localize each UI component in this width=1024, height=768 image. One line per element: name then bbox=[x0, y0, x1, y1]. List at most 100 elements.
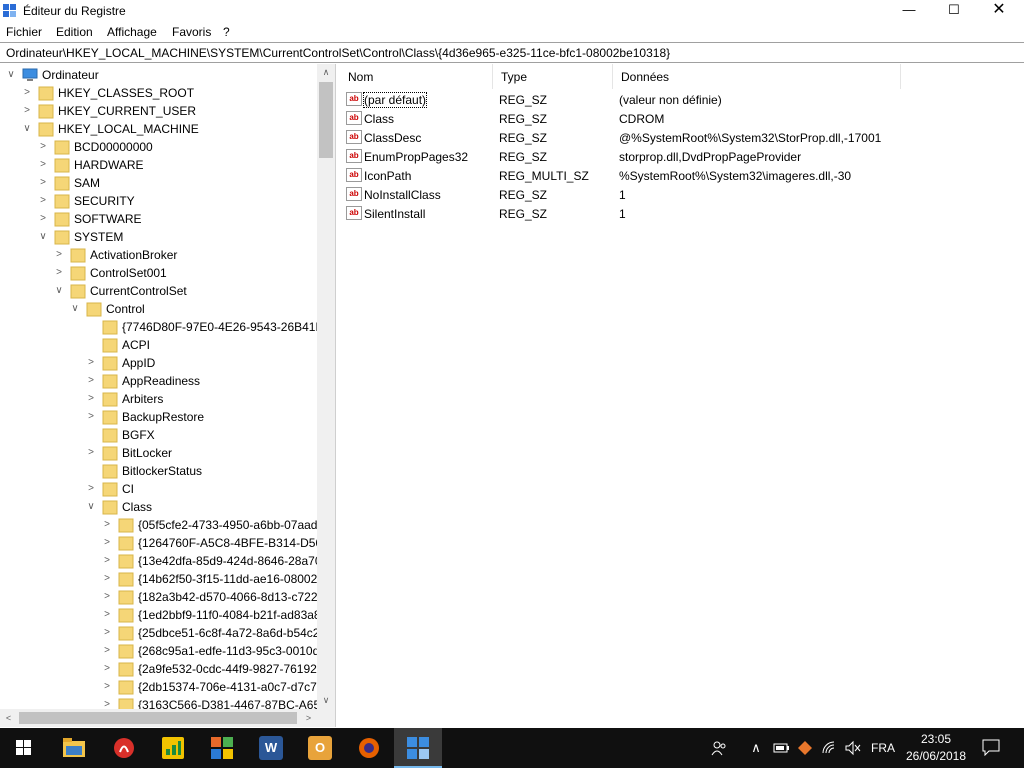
values-list[interactable]: Nom Type Données ab (par défaut) REG_SZ (va… bbox=[340, 64, 1024, 727]
tree-item[interactable]: ∨ HKEY_LOCAL_MACHINE bbox=[0, 120, 335, 138]
tree-item[interactable]: BGFX bbox=[0, 426, 335, 444]
chevron-right-icon[interactable]: > bbox=[22, 86, 32, 100]
control-panel-icon[interactable] bbox=[198, 728, 246, 768]
chevron-down-icon[interactable]: ∨ bbox=[70, 302, 80, 316]
chevron-down-icon[interactable]: ∨ bbox=[6, 68, 16, 82]
chevron-right-icon[interactable]: > bbox=[102, 680, 112, 694]
tree-item[interactable]: > BitLocker bbox=[0, 444, 335, 462]
tree-item[interactable]: > BCD00000000 bbox=[0, 138, 335, 156]
regedit-icon[interactable] bbox=[394, 728, 442, 768]
word-icon[interactable]: W bbox=[247, 728, 295, 768]
tree-item[interactable]: > {2a9fe532-0cdc-44f9-9827-76192f2 bbox=[0, 660, 335, 678]
maximize-button[interactable]: ☐ bbox=[931, 0, 977, 22]
chevron-right-icon[interactable]: > bbox=[86, 410, 96, 424]
wifi-icon[interactable] bbox=[821, 740, 837, 756]
chevron-right-icon[interactable]: > bbox=[102, 572, 112, 586]
tree-item[interactable]: > HARDWARE bbox=[0, 156, 335, 174]
tree-item[interactable]: > {14b62f50-3f15-11dd-ae16-080020 bbox=[0, 570, 335, 588]
chevron-right-icon[interactable]: > bbox=[38, 194, 48, 208]
value-row[interactable]: ab IconPath REG_MULTI_SZ %SystemRoot%\Syste… bbox=[340, 166, 1024, 185]
minimize-button[interactable]: — bbox=[886, 0, 932, 22]
scroll-down-arrow-icon[interactable]: ∨ bbox=[317, 692, 335, 709]
column-header-name[interactable]: Nom bbox=[340, 64, 493, 89]
address-bar[interactable]: Ordinateur\HKEY_LOCAL_MACHINE\SYSTEM\Cur… bbox=[0, 42, 1024, 63]
tree-item[interactable]: > {25dbce51-6c8f-4a72-8a6d-b54c2b bbox=[0, 624, 335, 642]
menu-fichier[interactable]: Fichier bbox=[6, 25, 42, 39]
tree-item[interactable]: > {268c95a1-edfe-11d3-95c3-0010dc bbox=[0, 642, 335, 660]
tree-item[interactable]: ACPI bbox=[0, 336, 335, 354]
chevron-right-icon[interactable]: > bbox=[38, 140, 48, 154]
tree-item[interactable]: > HKEY_CURRENT_USER bbox=[0, 102, 335, 120]
value-row[interactable]: ab ClassDesc REG_SZ @%SystemRoot%\System32\… bbox=[340, 128, 1024, 147]
tree-item[interactable]: > HKEY_CLASSES_ROOT bbox=[0, 84, 335, 102]
tree-item[interactable]: > BackupRestore bbox=[0, 408, 335, 426]
tree-item[interactable]: ∨ SYSTEM bbox=[0, 228, 335, 246]
chevron-right-icon[interactable]: > bbox=[102, 518, 112, 532]
tree-item[interactable]: {7746D80F-97E0-4E26-9543-26B41FC2 bbox=[0, 318, 335, 336]
value-row[interactable]: ab NoInstallClass REG_SZ 1 bbox=[340, 185, 1024, 204]
chevron-right-icon[interactable]: > bbox=[86, 446, 96, 460]
menu-edition[interactable]: Edition bbox=[56, 25, 93, 39]
tree-item[interactable]: > {2db15374-706e-4131-a0c7-d7c78 bbox=[0, 678, 335, 696]
tree-item[interactable]: > {1ed2bbf9-11f0-4084-b21f-ad83a8 bbox=[0, 606, 335, 624]
firefox-icon[interactable] bbox=[345, 728, 393, 768]
chevron-right-icon[interactable]: > bbox=[22, 104, 32, 118]
chevron-down-icon[interactable]: ∨ bbox=[86, 500, 96, 514]
close-button[interactable]: ✕ bbox=[976, 0, 1022, 22]
chevron-right-icon[interactable]: > bbox=[86, 392, 96, 406]
chevron-right-icon[interactable]: > bbox=[38, 158, 48, 172]
antivirus-tray-icon[interactable] bbox=[797, 740, 813, 756]
scroll-right-arrow-icon[interactable]: > bbox=[300, 709, 317, 727]
chevron-right-icon[interactable]: > bbox=[102, 590, 112, 604]
tree-item[interactable]: > CI bbox=[0, 480, 335, 498]
clock-time[interactable]: 23:05 bbox=[900, 732, 972, 746]
language-indicator[interactable]: FRA bbox=[871, 741, 895, 755]
chevron-down-icon[interactable]: ∨ bbox=[54, 284, 64, 298]
column-header-data[interactable]: Données bbox=[613, 64, 901, 89]
tree-item[interactable]: > ActivationBroker bbox=[0, 246, 335, 264]
chevron-right-icon[interactable]: > bbox=[102, 662, 112, 676]
tree-item[interactable]: > {182a3b42-d570-4066-8d13-c72202 bbox=[0, 588, 335, 606]
app-icon[interactable] bbox=[100, 728, 148, 768]
scroll-thumb-horizontal[interactable] bbox=[19, 712, 297, 724]
chevron-right-icon[interactable]: > bbox=[54, 248, 64, 262]
charts-app-icon[interactable] bbox=[149, 728, 197, 768]
chevron-right-icon[interactable]: > bbox=[38, 212, 48, 226]
menu-favoris[interactable]: Favoris bbox=[172, 25, 211, 39]
file-explorer-icon[interactable] bbox=[50, 728, 98, 768]
notification-center-icon[interactable] bbox=[982, 739, 1000, 756]
show-hidden-icons-chevron-icon[interactable]: ∧ bbox=[748, 740, 764, 756]
tree-vertical-scrollbar[interactable]: ∧ ∨ bbox=[317, 64, 335, 709]
chevron-right-icon[interactable]: > bbox=[102, 608, 112, 622]
tree-item[interactable]: ∨ Ordinateur bbox=[0, 66, 335, 84]
tree-item[interactable]: > SOFTWARE bbox=[0, 210, 335, 228]
windows-start-icon[interactable] bbox=[0, 728, 48, 768]
menu-affichage[interactable]: Affichage bbox=[107, 25, 157, 39]
tree-item[interactable]: > AppID bbox=[0, 354, 335, 372]
column-header-type[interactable]: Type bbox=[493, 64, 613, 89]
tree-item[interactable]: > AppReadiness bbox=[0, 372, 335, 390]
chevron-right-icon[interactable]: > bbox=[86, 356, 96, 370]
people-icon[interactable] bbox=[711, 740, 727, 756]
key-tree[interactable]: ∨ Ordinateur > HKEY_CLASSES_ROOT > HKEY_CURRE… bbox=[0, 64, 336, 727]
chevron-right-icon[interactable]: > bbox=[38, 176, 48, 190]
address-path[interactable]: Ordinateur\HKEY_LOCAL_MACHINE\SYSTEM\Cur… bbox=[6, 46, 670, 60]
tree-item[interactable]: > {05f5cfe2-4733-4950-a6bb-07aad0 bbox=[0, 516, 335, 534]
battery-icon[interactable] bbox=[772, 740, 790, 756]
tree-item[interactable]: ∨ Class bbox=[0, 498, 335, 516]
tree-item[interactable]: ∨ Control bbox=[0, 300, 335, 318]
scroll-thumb[interactable] bbox=[319, 82, 333, 158]
scroll-up-arrow-icon[interactable]: ∧ bbox=[317, 64, 335, 81]
chevron-right-icon[interactable]: > bbox=[54, 266, 64, 280]
value-row[interactable]: ab Class REG_SZ CDROM bbox=[340, 109, 1024, 128]
tree-horizontal-scrollbar[interactable]: < > bbox=[0, 709, 317, 727]
tree-item[interactable]: > {13e42dfa-85d9-424d-8646-28a70f bbox=[0, 552, 335, 570]
tree-item[interactable]: > SECURITY bbox=[0, 192, 335, 210]
tree-item[interactable]: ∨ CurrentControlSet bbox=[0, 282, 335, 300]
tree-item[interactable]: BitlockerStatus bbox=[0, 462, 335, 480]
chevron-down-icon[interactable]: ∨ bbox=[38, 230, 48, 244]
value-row[interactable]: ab (par défaut) REG_SZ (valeur non définie) bbox=[340, 90, 1024, 109]
chevron-right-icon[interactable]: > bbox=[102, 626, 112, 640]
tree-item[interactable]: > ControlSet001 bbox=[0, 264, 335, 282]
chevron-right-icon[interactable]: > bbox=[102, 554, 112, 568]
